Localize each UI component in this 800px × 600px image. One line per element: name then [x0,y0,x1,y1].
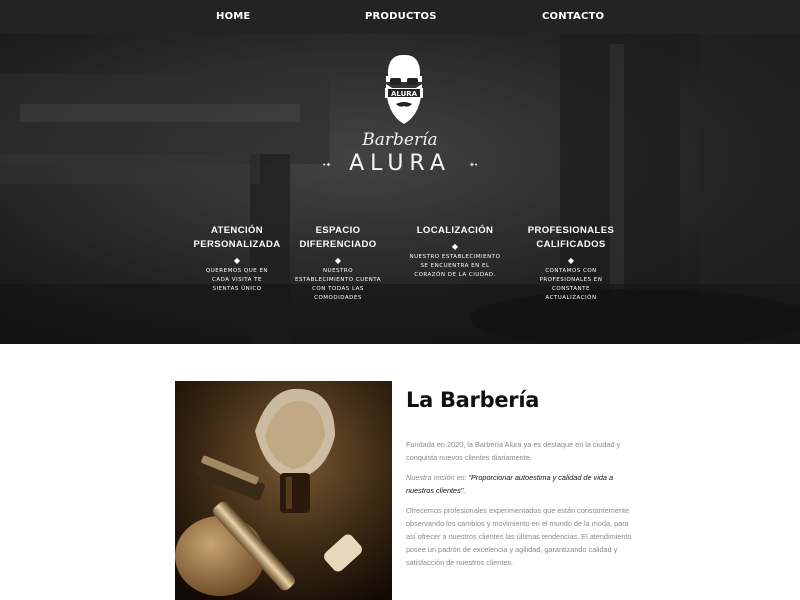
diamond-icon: ◆ [451,242,459,251]
nav-link-home[interactable]: HOME [216,11,250,22]
hero-banner: ALURA Barbería •✦ ALURA ✦• ATENCIÓN PERS… [0,34,800,344]
feature-espacio: ESPACIO DIFERENCIADO ◆ NUESTRO ESTABLECI… [278,224,398,303]
brand-title: ALURA [349,151,451,176]
brand-script: Barbería [362,130,438,150]
decorative-star-icon: ✦• [469,162,478,169]
about-mission: Nuestra misión es: "Proporcionar autoest… [406,471,636,497]
diamond-icon: ◆ [567,256,575,265]
logo-text: ALURA [391,90,418,98]
barber-logo-icon: ALURA [385,54,423,124]
about-body: Fundada en 2020, la Barbería Alura ya es… [406,438,636,576]
feature-profesionales: PROFESIONALES CALIFICADOS ◆ CONTAMOS CON… [511,224,631,303]
feature-title: PROFESIONALES CALIFICADOS [527,225,615,250]
nav-link-productos[interactable]: PRODUCTOS [365,11,437,22]
feature-title: LOCALIZACIÓN [416,225,494,236]
feature-text: QUEREMOS QUE EN CADA VISITA TE SIENTAS Ú… [205,268,269,292]
feature-localizacion: LOCALIZACIÓN ◆ NUESTRO ESTABLECIMIENTO S… [395,224,515,280]
about-paragraph: Fundada en 2020, la Barbería Alura ya es… [406,440,621,462]
feature-text: NUESTRO ESTABLECIMIENTO SE ENCUENTRA EN … [409,254,501,278]
mission-label: Nuestra misión es: [406,473,467,482]
about-title: La Barbería [406,388,540,412]
nav-link-contacto[interactable]: CONTACTO [542,11,604,22]
about-paragraph: Ofrecemos profesionales experimentados q… [406,506,632,567]
top-nav: HOME PRODUCTOS CONTACTO [0,0,800,34]
shaving-kit-image [175,381,392,600]
feature-text: NUESTRO ESTABLECIMIENTO CUENTA CON TODAS… [295,268,381,301]
feature-title: ESPACIO DIFERENCIADO [299,225,377,250]
diamond-icon: ◆ [334,256,342,265]
feature-text: CONTAMOS CON PROFESIONALES EN CONSTANTE … [539,268,603,301]
